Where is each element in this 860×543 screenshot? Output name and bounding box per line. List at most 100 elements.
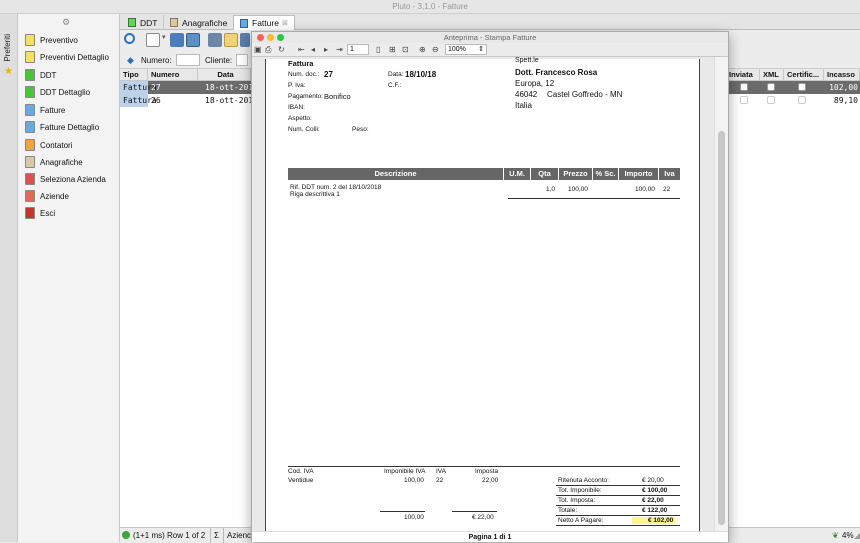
column-header-numero[interactable]: Numero [148,69,198,81]
refresh-icon[interactable] [186,33,200,47]
cell-numero: 27 [151,83,161,92]
close-window-button[interactable] [257,34,264,41]
iva-total-imponibile: 100,00 [404,514,424,521]
sidebar-item-fatture-dettaglio[interactable]: Fatture Dettaglio [25,120,99,134]
tab-ddt[interactable]: DDT [122,15,165,30]
tab-fatture[interactable]: Fatture ⊠ [233,15,295,30]
export-xml-icon[interactable] [240,33,250,47]
total-value: € 22,00 [642,497,664,504]
fit-width-icon[interactable]: ⊞ [389,45,396,54]
sidebar-item-esci[interactable]: Esci [25,206,55,220]
iva-header-imposta: Imposta [475,468,499,475]
exit-door-icon [25,207,35,219]
chevron-down-icon[interactable]: ▾ [162,33,168,47]
first-page-icon[interactable]: ⇤ [298,45,305,54]
header-importo: Importo [618,168,658,180]
total-value: € 102,00 [632,517,676,524]
column-header-inviata[interactable]: Inviata [726,69,760,81]
next-page-icon[interactable]: ▸ [324,45,328,54]
star-icon: ★ [4,66,13,77]
sidebar-item-fatture[interactable]: Fatture [25,103,65,117]
scrollbar-thumb[interactable] [718,131,725,525]
azienda-status: Azienc [223,528,251,543]
sidebar-item-preventivo[interactable]: Preventivo [25,33,78,47]
riga-prezzo: 100,00 [568,186,588,193]
total-label: Ritenuta Acconto: [558,477,609,484]
document-green-icon [25,86,35,98]
preview-scrollbar[interactable] [714,57,728,531]
cell-incasso: 102,00 [829,83,858,92]
checkbox-inviata[interactable] [740,83,748,91]
column-header-incasso[interactable]: Incasso [824,69,860,81]
print-icon[interactable]: ⎙ [265,45,271,55]
column-header-tipo[interactable]: Tipo ... [120,69,148,91]
close-tab-icon[interactable]: ⊠ [282,19,288,27]
document-blue-icon [25,104,35,116]
sidebar-item-ddt[interactable]: DDT [25,68,56,82]
column-header-data[interactable]: Data [198,69,251,81]
address-card-icon [170,18,178,27]
column-header-xml[interactable]: XML [760,69,784,81]
favorites-label: Preferiti [3,34,12,62]
page-number-input[interactable] [347,44,369,55]
fit-page-icon[interactable]: ⊡ [402,45,409,54]
save-icon[interactable] [170,33,184,47]
cliente-label: Cliente: [205,56,233,65]
tab-anagrafiche[interactable]: Anagrafiche [164,15,235,30]
print-icon[interactable] [208,33,222,47]
resize-grip-icon[interactable]: ◢ [854,528,860,543]
iva-imponibile: 100,00 [404,477,424,484]
checkbox-xml[interactable] [767,96,775,104]
summary-divider [288,466,680,467]
reload-icon[interactable]: ↻ [278,45,285,54]
settings-icon[interactable]: ⚙ [62,17,70,28]
cliente-cap: 46042 [515,90,538,99]
print-preview-dialog: Anteprima - Stampa Fatture ▣ ⎙ ↻ ⇤ ◂ ▸ ⇥… [251,31,729,542]
numero-input[interactable] [176,54,200,66]
sidebar-item-seleziona-azienda[interactable]: Seleziona Azienda [25,172,106,186]
preview-toolbar: ▣ ⎙ ↻ ⇤ ◂ ▸ ⇥ ▯ ⊞ ⊡ ⊕ ⊖ 100% ⇕ [252,43,728,57]
checkbox-certificata[interactable] [798,96,806,104]
riga-descrizione: Rif. DDT num. 2 del 18/10/2018 [290,184,382,191]
checkbox-inviata[interactable] [740,96,748,104]
sidebar-item-label: Contatori [40,140,73,150]
sidebar-item-ddt-dettaglio[interactable]: DDT Dettaglio [25,85,90,99]
checkbox-xml[interactable] [767,83,775,91]
document-blue-icon [240,18,248,28]
zoom-out-icon[interactable]: ⊖ [432,45,439,54]
riga-importo: 100,00 [635,186,655,193]
eraser-icon[interactable]: ◆ [127,55,134,66]
previous-page-icon[interactable]: ◂ [311,45,315,54]
zoom-window-button[interactable] [277,34,284,41]
favorites-strip[interactable]: Preferiti ★ [0,14,18,542]
sidebar-item-contatori[interactable]: Contatori [25,138,72,152]
column-header-certificata[interactable]: Certific... [784,69,824,81]
cell-incasso: 89,10 [833,96,858,105]
tab-label: Fatture [252,18,279,28]
tab-bar: DDT Anagrafiche Fatture ⊠ [120,14,860,30]
new-document-icon[interactable] [146,33,160,47]
numero-label: Numero: [141,56,172,65]
sidebar-item-preventivi-dettaglio[interactable]: Preventivi Dettaglio [25,50,109,64]
iva-aliquota: 22 [436,477,444,484]
building-icon [25,190,35,202]
save-icon[interactable]: ▣ [254,45,262,54]
sidebar-item-anagrafiche[interactable]: Anagrafiche [25,155,83,169]
total-value: € 20,00 [642,477,664,484]
cliente-input[interactable] [236,54,248,66]
search-icon[interactable] [124,33,135,44]
checkbox-certificata[interactable] [798,83,806,91]
sum-icon[interactable]: Σ [210,528,219,543]
dialog-title: Anteprima - Stampa Fatture [443,33,537,42]
page-indicator: Pagina 1 di 1 [252,531,728,542]
leaf-icon: ❦ [832,531,839,540]
zoom-in-icon[interactable]: ⊕ [419,45,426,54]
email-icon[interactable] [224,33,238,47]
tab-label: DDT [140,17,158,28]
last-page-icon[interactable]: ⇥ [336,45,343,54]
zoom-select[interactable]: 100% ⇕ [445,44,487,55]
aspetto-label: Aspetto: [288,115,312,122]
sidebar-item-aziende[interactable]: Aziende [25,189,69,203]
single-page-icon[interactable]: ▯ [376,45,380,54]
minimize-window-button[interactable] [267,34,274,41]
